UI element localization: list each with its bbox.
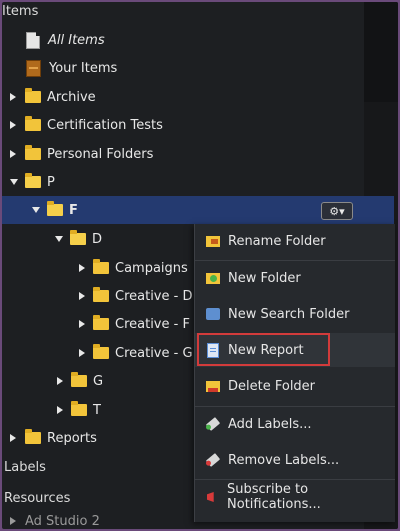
gear-menu-button[interactable]: ⚙▾ bbox=[321, 202, 353, 220]
expand-arrow-icon[interactable] bbox=[10, 93, 16, 101]
menu-item-new-folder[interactable]: New Folder bbox=[195, 261, 395, 295]
folder-icon bbox=[71, 372, 87, 387]
highlight-box bbox=[197, 333, 330, 366]
expand-arrow-icon[interactable] bbox=[79, 264, 85, 272]
folder-icon bbox=[25, 429, 41, 444]
items-panel: Items All Items Your Items Archive Certi… bbox=[2, 2, 398, 529]
folder-icon bbox=[25, 145, 41, 160]
delete-folder-icon bbox=[206, 380, 220, 392]
expand-arrow-icon[interactable] bbox=[10, 150, 16, 158]
rename-folder-icon bbox=[206, 235, 220, 247]
folder-icon bbox=[71, 401, 87, 416]
menu-item-new-search-folder[interactable]: New Search Folder bbox=[195, 297, 395, 331]
tree-item-label: F bbox=[69, 202, 78, 218]
tree-item-label: Creative - F bbox=[115, 316, 190, 332]
document-icon bbox=[26, 31, 40, 49]
expand-arrow-icon[interactable] bbox=[79, 292, 85, 300]
expand-arrow-icon[interactable] bbox=[10, 121, 16, 129]
menu-item-label: Delete Folder bbox=[228, 378, 316, 394]
folder-icon bbox=[25, 88, 41, 103]
menu-item-label: New Folder bbox=[228, 270, 301, 286]
folder-open-icon bbox=[25, 173, 41, 188]
resources-header[interactable]: Resources bbox=[4, 491, 70, 506]
tree-item-label: Reports bbox=[47, 430, 97, 446]
tree-item-p[interactable]: P bbox=[2, 168, 372, 196]
menu-item-rename-folder[interactable]: Rename Folder bbox=[195, 224, 395, 258]
tree-item-label: Your Items bbox=[49, 60, 118, 76]
cabinet-icon bbox=[26, 59, 41, 77]
menu-item-label: Subscribe to Notifications... bbox=[227, 482, 321, 512]
gear-icon: ⚙▾ bbox=[329, 204, 345, 218]
tree-item-label: Creative - D bbox=[115, 288, 193, 304]
collapse-arrow-icon[interactable] bbox=[10, 179, 18, 185]
folder-icon bbox=[93, 287, 109, 302]
tree-item-label: Campaigns bbox=[115, 260, 188, 276]
expand-arrow-icon[interactable] bbox=[10, 434, 16, 442]
menu-item-label: Rename Folder bbox=[228, 233, 326, 249]
expand-arrow-icon[interactable] bbox=[79, 349, 85, 357]
tree-item-label: Personal Folders bbox=[47, 146, 154, 162]
menu-item-add-labels[interactable]: Add Labels... bbox=[195, 407, 395, 441]
folder-context-menu: Rename Folder New Folder New Search Fold… bbox=[194, 224, 395, 522]
tree-item-label: Ad Studio 2 bbox=[25, 514, 100, 528]
folder-icon bbox=[25, 116, 41, 131]
menu-item-label: New Search Folder bbox=[228, 306, 350, 322]
tree-item-label: Certification Tests bbox=[47, 117, 163, 133]
tree-item-certification-tests[interactable]: Certification Tests bbox=[2, 111, 372, 139]
tree-item-archive[interactable]: Archive bbox=[2, 83, 372, 111]
collapse-arrow-icon[interactable] bbox=[55, 236, 63, 242]
tree-item-label: All Items bbox=[48, 32, 105, 48]
menu-item-label: Remove Labels... bbox=[228, 452, 340, 468]
subscribe-icon bbox=[206, 492, 214, 502]
tree-item-f-selected[interactable]: F ⚙▾ bbox=[2, 196, 394, 224]
tree-item-personal-folders[interactable]: Personal Folders bbox=[2, 140, 372, 168]
tree-item-label: Creative - G bbox=[115, 345, 193, 361]
tree-item-label: T bbox=[93, 402, 101, 418]
collapse-arrow-icon[interactable] bbox=[32, 207, 40, 213]
expand-arrow-icon[interactable] bbox=[79, 320, 85, 328]
menu-item-subscribe[interactable]: Subscribe to Notifications... bbox=[195, 480, 395, 514]
labels-header[interactable]: Labels bbox=[4, 460, 46, 475]
expand-arrow-icon[interactable] bbox=[57, 377, 63, 385]
search-folder-icon bbox=[206, 308, 220, 320]
expand-arrow-icon[interactable] bbox=[10, 517, 16, 525]
tree-item-label: Archive bbox=[47, 89, 96, 105]
menu-item-delete-folder[interactable]: Delete Folder bbox=[195, 369, 395, 403]
tree-item-label: D bbox=[92, 231, 103, 247]
tree-item-your-items[interactable]: Your Items bbox=[2, 54, 388, 82]
items-header: Items bbox=[2, 4, 39, 19]
tree-item-all-items[interactable]: All Items bbox=[2, 26, 388, 54]
folder-icon bbox=[93, 259, 109, 274]
folder-open-icon bbox=[70, 230, 86, 245]
tree-item-label: G bbox=[93, 373, 104, 389]
folder-open-icon bbox=[47, 201, 63, 216]
menu-item-remove-labels[interactable]: Remove Labels... bbox=[195, 443, 395, 477]
add-label-icon bbox=[205, 417, 221, 431]
folder-icon bbox=[93, 344, 109, 359]
new-folder-icon bbox=[206, 272, 220, 284]
remove-label-icon bbox=[205, 453, 221, 467]
expand-arrow-icon[interactable] bbox=[57, 406, 63, 414]
folder-icon bbox=[93, 315, 109, 330]
menu-item-label: Add Labels... bbox=[228, 416, 312, 432]
tree-item-label: P bbox=[47, 174, 55, 190]
